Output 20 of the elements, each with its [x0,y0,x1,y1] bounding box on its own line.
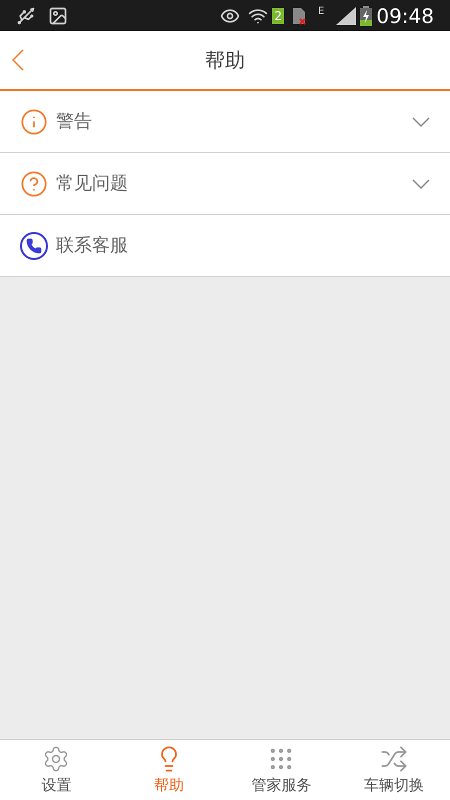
nav-tab[interactable]: 管家服务 [225,740,338,800]
nav-tab[interactable]: 车辆切换 [338,740,450,800]
nav-tab[interactable]: 帮助 [112,740,225,800]
info-icon [20,108,48,136]
signal-icon [336,6,356,24]
clock-time: 09:48 [376,2,434,30]
phone-icon [20,232,48,260]
page-title: 帮助 [205,47,245,74]
sim-card-icon [292,6,306,24]
nav-tab[interactable]: 设置 [0,740,112,800]
sim-badge: 2 [272,8,284,24]
usb-icon [16,6,36,26]
network-type: E [318,5,324,19]
item-label: 警告 [56,110,92,134]
battery-icon [360,6,372,26]
item-label: 联系客服 [56,234,128,258]
item-label: 常见问题 [56,172,128,196]
shuffle-icon [380,745,408,773]
image-icon [48,6,68,26]
help-icon [20,170,48,198]
